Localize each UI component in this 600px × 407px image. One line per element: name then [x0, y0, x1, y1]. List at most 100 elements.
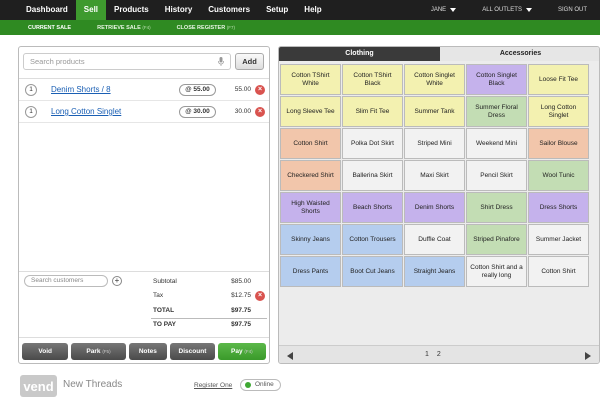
- quick-key-tile[interactable]: Ballerina Skirt: [342, 160, 403, 191]
- quick-key-tile[interactable]: Loose Fit Tee: [528, 64, 589, 95]
- remove-line-icon[interactable]: ×: [255, 107, 265, 117]
- nav-setup[interactable]: Setup: [258, 0, 296, 20]
- close-register-link[interactable]: CLOSE REGISTER (F7): [164, 25, 248, 31]
- quick-key-tile[interactable]: Cotton Singlet White: [404, 64, 465, 95]
- customer-search-input[interactable]: Search customers: [24, 275, 108, 287]
- close-register-shortcut: (F7): [226, 24, 235, 30]
- totals-divider: [151, 318, 267, 319]
- page-2-link[interactable]: 2: [437, 351, 441, 358]
- add-button[interactable]: Add: [235, 53, 264, 70]
- quick-keys-tabs: Clothing Accessories: [279, 47, 599, 61]
- quick-key-tile[interactable]: Cotton TShirt White: [280, 64, 341, 95]
- total-label: TOTAL: [153, 307, 175, 314]
- product-search-input[interactable]: Search products: [23, 53, 231, 70]
- top-nav: Dashboard Sell Products History Customer…: [0, 0, 600, 20]
- quick-key-tile[interactable]: Striped Pinafore: [466, 224, 527, 255]
- quick-key-tile[interactable]: Cotton TShirt Black: [342, 64, 403, 95]
- quick-key-tile[interactable]: Dress Shorts: [528, 192, 589, 223]
- quick-key-tile[interactable]: Boot Cut Jeans: [342, 256, 403, 287]
- quick-key-tile[interactable]: Summer Jacket: [528, 224, 589, 255]
- store-name: New Threads: [63, 379, 123, 390]
- retrieve-sale-link[interactable]: RETRIEVE SALE (F4): [84, 25, 163, 31]
- user-menu[interactable]: JANE: [418, 7, 469, 13]
- quick-key-tile[interactable]: Pencil Skirt: [466, 160, 527, 191]
- line-product-link[interactable]: Long Cotton Singlet: [51, 107, 121, 116]
- sub-nav: CURRENT SALE RETRIEVE SALE (F4) CLOSE RE…: [0, 20, 600, 35]
- quick-key-tile[interactable]: Summer Floral Dress: [466, 96, 527, 127]
- pay-button[interactable]: Pay (F4): [217, 343, 267, 360]
- close-register-label: CLOSE REGISTER: [176, 24, 226, 31]
- next-page-icon[interactable]: [585, 352, 591, 360]
- quick-key-tile[interactable]: Maxi Skirt: [404, 160, 465, 191]
- add-customer-icon[interactable]: +: [112, 276, 122, 286]
- product-search-row: Search products Add: [19, 47, 269, 79]
- nav-help[interactable]: Help: [296, 0, 329, 20]
- sign-out-link[interactable]: SIGN OUT: [545, 7, 600, 13]
- line-qty[interactable]: 1: [25, 106, 37, 118]
- line-total: 30.00: [234, 108, 251, 115]
- tab-accessories[interactable]: Accessories: [440, 47, 599, 61]
- quick-key-tile[interactable]: Dress Pants: [280, 256, 341, 287]
- line-price[interactable]: @ 30.00: [179, 106, 216, 118]
- to-pay-label: TO PAY: [153, 321, 177, 328]
- nav-products[interactable]: Products: [106, 0, 157, 20]
- subtotal-value: $85.00: [231, 278, 251, 285]
- microphone-icon[interactable]: [218, 57, 224, 66]
- chevron-down-icon: [525, 8, 532, 12]
- quick-key-tile[interactable]: Slim Fit Tee: [342, 96, 403, 127]
- quick-key-tile[interactable]: Striped Mini: [404, 128, 465, 159]
- quick-key-tile[interactable]: Summer Tank: [404, 96, 465, 127]
- quick-key-tile[interactable]: Wool Tunic: [528, 160, 589, 191]
- remove-tax-icon[interactable]: ×: [255, 291, 265, 301]
- notes-button[interactable]: Notes: [128, 343, 168, 360]
- quick-key-tile[interactable]: Polka Dot Skirt: [342, 128, 403, 159]
- nav-customers[interactable]: Customers: [200, 0, 258, 20]
- sale-line: 1 Denim Shorts / 8 @ 55.00 55.00 ×: [19, 79, 269, 101]
- pay-shortcut: (F4): [244, 349, 253, 354]
- line-product-link[interactable]: Denim Shorts / 8: [51, 85, 111, 94]
- status-badge: Online: [240, 379, 281, 391]
- page-1-link[interactable]: 1: [425, 351, 429, 358]
- remove-line-icon[interactable]: ×: [255, 85, 265, 95]
- line-price[interactable]: @ 55.00: [179, 84, 216, 96]
- register-link[interactable]: Register One: [194, 382, 232, 389]
- discount-button[interactable]: Discount: [170, 343, 215, 360]
- sale-actions: Void Park (F5) Notes Discount Pay (F4): [19, 337, 269, 365]
- quick-key-tile[interactable]: Cotton Shirt: [528, 256, 589, 287]
- quick-key-tile[interactable]: Cotton Trousers: [342, 224, 403, 255]
- sale-lines: 1 Denim Shorts / 8 @ 55.00 55.00 × 1 Lon…: [19, 79, 269, 123]
- park-shortcut: (F5): [102, 349, 111, 354]
- prev-page-icon[interactable]: [287, 352, 293, 360]
- tax-label: Tax: [153, 292, 164, 299]
- quick-key-tile[interactable]: Cotton Shirt: [280, 128, 341, 159]
- quick-key-tile[interactable]: High Waisted Shorts: [280, 192, 341, 223]
- quick-key-tile[interactable]: Cotton Shirt and a really long: [466, 256, 527, 287]
- quick-key-tile[interactable]: Shirt Dress: [466, 192, 527, 223]
- nav-dashboard[interactable]: Dashboard: [0, 0, 76, 20]
- outlet-name: ALL OUTLETS: [482, 7, 522, 13]
- current-sale-link[interactable]: CURRENT SALE: [0, 25, 84, 31]
- quick-key-tile[interactable]: Sailor Blouse: [528, 128, 589, 159]
- quick-key-tile[interactable]: Denim Shorts: [404, 192, 465, 223]
- quick-key-tile[interactable]: Long Sleeve Tee: [280, 96, 341, 127]
- quick-key-tile[interactable]: Straight Jeans: [404, 256, 465, 287]
- outlet-menu[interactable]: ALL OUTLETS: [469, 7, 545, 13]
- quick-key-tile[interactable]: Cotton Singlet Black: [466, 64, 527, 95]
- quick-key-tile[interactable]: Weekend Mini: [466, 128, 527, 159]
- user-name: JANE: [430, 7, 447, 13]
- retrieve-sale-label: RETRIEVE SALE: [97, 24, 141, 31]
- to-pay-value: $97.75: [231, 321, 251, 328]
- void-button[interactable]: Void: [22, 343, 69, 360]
- sale-line: 1 Long Cotton Singlet @ 30.00 30.00 ×: [19, 101, 269, 123]
- quick-key-tile[interactable]: Long Cotton Singlet: [528, 96, 589, 127]
- line-qty[interactable]: 1: [25, 84, 37, 96]
- quick-key-tile[interactable]: Skinny Jeans: [280, 224, 341, 255]
- park-button[interactable]: Park (F5): [71, 343, 126, 360]
- nav-history[interactable]: History: [157, 0, 201, 20]
- quick-key-tile[interactable]: Duffle Coat: [404, 224, 465, 255]
- tab-clothing[interactable]: Clothing: [279, 47, 440, 61]
- quick-key-tile[interactable]: Checkered Shirt: [280, 160, 341, 191]
- status-label: Online: [255, 381, 274, 388]
- quick-key-tile[interactable]: Beach Shorts: [342, 192, 403, 223]
- nav-sell[interactable]: Sell: [75, 0, 107, 20]
